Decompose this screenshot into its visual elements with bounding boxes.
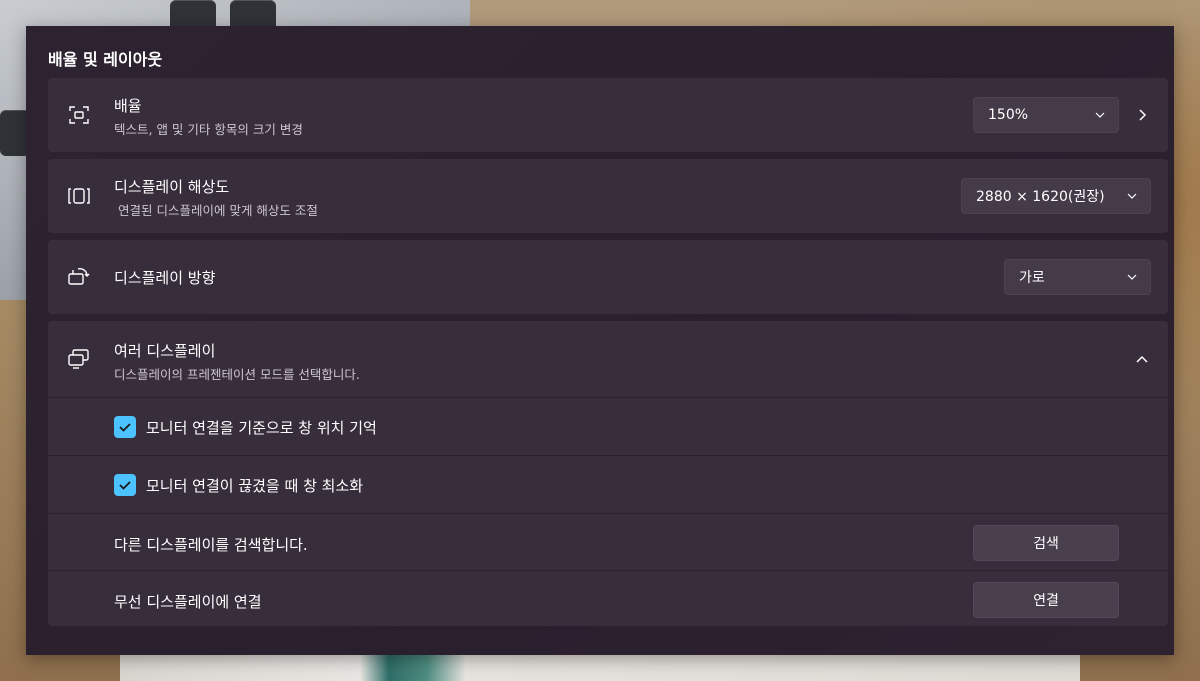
resolution-dropdown[interactable]: 2880 × 1620(권장) bbox=[961, 178, 1151, 214]
multiple-monitors-icon bbox=[67, 347, 91, 371]
multiple-displays-card: 여러 디스플레이 디스플레이의 프레젠테이션 모드를 선택합니다. 모니터 연결… bbox=[48, 321, 1168, 626]
orientation-dropdown[interactable]: 가로 bbox=[1004, 259, 1151, 295]
minimize-window-label: 모니터 연결이 끊겼을 때 창 최소화 bbox=[146, 477, 364, 495]
resolution-title: 디스플레이 해상도 bbox=[114, 178, 230, 196]
multiple-displays-subtitle: 디스플레이의 프레젠테이션 모드를 선택합니다. bbox=[114, 367, 360, 382]
background-desk-items bbox=[120, 651, 1080, 681]
multiple-displays-title: 여러 디스플레이 bbox=[114, 342, 216, 360]
chevron-down-icon bbox=[1126, 190, 1138, 202]
rotate-screen-icon bbox=[67, 265, 91, 289]
scale-title: 배율 bbox=[114, 97, 142, 115]
scale-subtitle: 텍스트, 앱 및 기타 항목의 크기 변경 bbox=[114, 122, 303, 137]
scale-icon bbox=[67, 103, 91, 127]
resolution-subtitle: 연결된 디스플레이에 맞게 해상도 조절 bbox=[118, 203, 318, 218]
minimize-window-checkbox[interactable] bbox=[114, 474, 136, 496]
detect-button[interactable]: 검색 bbox=[973, 525, 1119, 561]
minimize-window-row[interactable]: 모니터 연결이 끊겼을 때 창 최소화 bbox=[48, 455, 1168, 512]
chevron-up-icon[interactable] bbox=[1135, 352, 1149, 366]
orientation-value: 가로 bbox=[1019, 270, 1045, 286]
multiple-displays-header[interactable]: 여러 디스플레이 디스플레이의 프레젠테이션 모드를 선택합니다. bbox=[48, 321, 1168, 397]
wireless-display-label: 무선 디스플레이에 연결 bbox=[114, 593, 262, 611]
orientation-title: 디스플레이 방향 bbox=[114, 269, 216, 287]
resolution-value: 2880 × 1620(권장) bbox=[976, 189, 1105, 205]
resolution-icon bbox=[67, 184, 91, 208]
connect-button[interactable]: 연결 bbox=[973, 582, 1119, 618]
orientation-card: 디스플레이 방향 가로 bbox=[48, 240, 1168, 314]
wireless-display-row: 무선 디스플레이에 연결 연결 bbox=[48, 570, 1168, 626]
remember-window-row[interactable]: 모니터 연결을 기준으로 창 위치 기억 bbox=[48, 397, 1168, 454]
settings-panel: 배율 및 레이아웃 배율 텍스트, 앱 및 기타 항목의 크기 변경 150% bbox=[26, 26, 1174, 655]
resolution-card: 디스플레이 해상도 연결된 디스플레이에 맞게 해상도 조절 2880 × 16… bbox=[48, 159, 1168, 233]
section-title: 배율 및 레이아웃 bbox=[48, 50, 163, 69]
remember-window-checkbox[interactable] bbox=[114, 416, 136, 438]
scale-card[interactable]: 배율 텍스트, 앱 및 기타 항목의 크기 변경 150% bbox=[48, 78, 1168, 152]
chevron-right-icon[interactable] bbox=[1135, 108, 1149, 122]
detect-display-label: 다른 디스플레이를 검색합니다. bbox=[114, 536, 308, 554]
remember-window-label: 모니터 연결을 기준으로 창 위치 기억 bbox=[146, 419, 377, 437]
scale-value: 150% bbox=[988, 107, 1029, 123]
detect-display-row: 다른 디스플레이를 검색합니다. 검색 bbox=[48, 513, 1168, 570]
chevron-down-icon bbox=[1094, 109, 1106, 121]
chevron-down-icon bbox=[1126, 271, 1138, 283]
scale-dropdown[interactable]: 150% bbox=[973, 97, 1119, 133]
